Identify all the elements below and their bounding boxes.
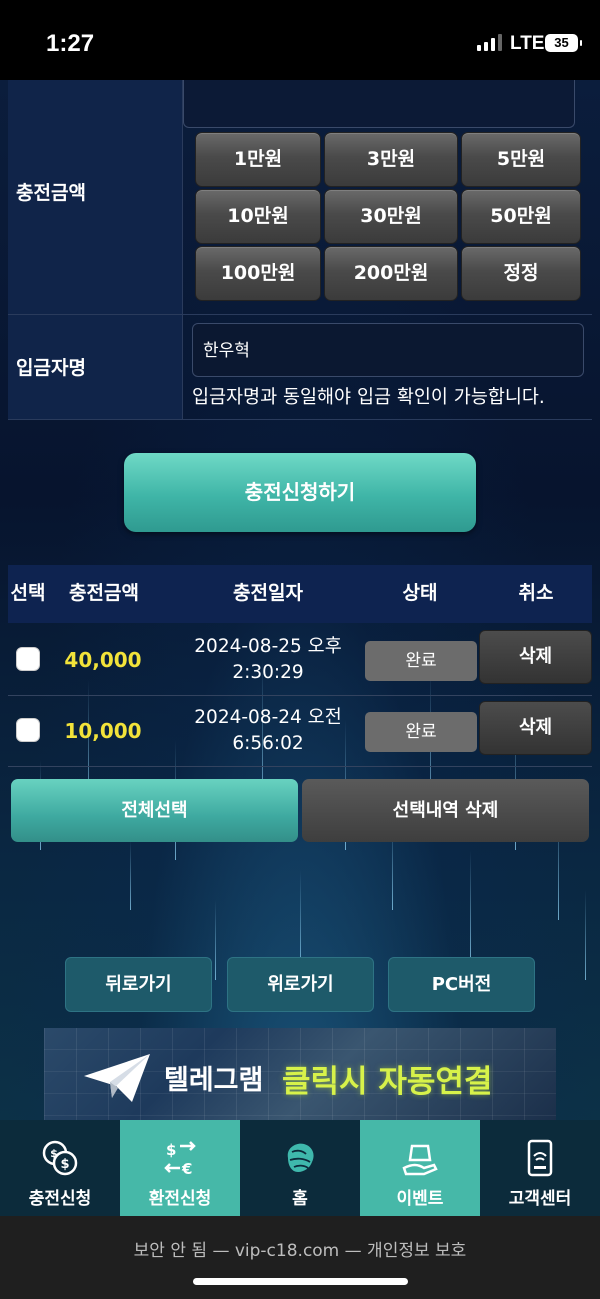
charge-submit-button[interactable]: 충전신청하기 [124, 453, 476, 532]
page-content: 충전금액 1만원 3만원 5만원 10만원 30만원 50만원 100만원 20… [0, 80, 600, 1120]
amount-btn-500000[interactable]: 50만원 [461, 189, 581, 244]
amount-label: 충전금액 [16, 182, 86, 204]
phone-support-icon [527, 1139, 553, 1177]
tab-home[interactable]: 홈 [240, 1120, 360, 1216]
status-badge: 완료 [365, 712, 477, 752]
col-select: 선택 [10, 582, 46, 604]
url-text[interactable]: 보안 안 됨 — vip-c18.com — 개인정보 보호 [0, 1236, 600, 1261]
home-indicator[interactable] [193, 1278, 408, 1285]
amount-btn-300000[interactable]: 30만원 [324, 189, 458, 244]
tab-exchange-label: 환전신청 [148, 1189, 212, 1209]
select-all-button[interactable]: 전체선택 [11, 779, 298, 842]
row-amount: 10,000 [64, 719, 142, 743]
depositor-name-input[interactable]: 한우혁 [192, 323, 584, 377]
amount-btn-2000000[interactable]: 200만원 [324, 246, 458, 301]
svg-text:€: € [181, 1160, 192, 1178]
back-button[interactable]: 뒤로가기 [65, 957, 212, 1012]
col-amount: 충전금액 [69, 582, 139, 604]
table-row: 10,000 2024-08-24 오전 6:56:02 완료 삭제 [8, 697, 592, 767]
tab-charge[interactable]: $ $ 충전신청 [0, 1120, 120, 1216]
amount-label-cell: 충전금액 [8, 80, 183, 314]
signal-icon [477, 34, 502, 51]
svg-text:$: $ [50, 1147, 58, 1160]
bottom-tab-bar: $ $ 충전신청 $ € 환전신청 홈 이벤트 고객센터 [0, 1120, 600, 1216]
browser-url-bar: 보안 안 됨 — vip-c18.com — 개인정보 보호 [0, 1216, 600, 1299]
history-table-header: 선택 충전금액 충전일자 상태 취소 [8, 565, 592, 623]
row-date: 2024-08-24 오전 6:56:02 [163, 705, 373, 757]
svg-text:$: $ [60, 1157, 69, 1172]
gift-hand-icon [402, 1144, 438, 1176]
depositor-label: 입금자명 [16, 357, 86, 379]
telegram-banner[interactable]: 텔레그램 클릭시 자동연결 [44, 1028, 556, 1120]
row-date-line2: 2:30:29 [232, 662, 304, 683]
amount-btn-10000[interactable]: 1만원 [195, 132, 321, 187]
scroll-top-button[interactable]: 위로가기 [227, 957, 374, 1012]
amount-btn-1000000[interactable]: 100만원 [195, 246, 321, 301]
coins-icon: $ $ [42, 1140, 78, 1176]
row-delete-button[interactable]: 삭제 [479, 701, 592, 755]
depositor-label-cell: 입금자명 [8, 315, 183, 419]
row-date: 2024-08-25 오후 2:30:29 [163, 634, 373, 686]
svg-text:$: $ [166, 1141, 176, 1159]
banner-text-autoconnect: 클릭시 자동연결 [282, 1064, 493, 1100]
row-date-line2: 6:56:02 [232, 733, 304, 754]
tab-support-label: 고객센터 [508, 1189, 572, 1209]
amount-btn-50000[interactable]: 5만원 [461, 132, 581, 187]
tab-support[interactable]: 고객센터 [480, 1120, 600, 1216]
brain-logo-icon [287, 1143, 314, 1172]
row-date-line1: 2024-08-25 오후 [194, 636, 342, 657]
tab-event[interactable]: 이벤트 [360, 1120, 480, 1216]
currency-exchange-icon: $ € [164, 1141, 196, 1178]
tab-exchange[interactable]: $ € 환전신청 [120, 1120, 240, 1216]
row-delete-button[interactable]: 삭제 [479, 630, 592, 684]
tab-home-label: 홈 [292, 1189, 308, 1209]
amount-input[interactable] [183, 80, 575, 128]
banner-text-telegram: 텔레그램 [164, 1065, 264, 1096]
col-date: 충전일자 [233, 582, 303, 604]
delete-selected-button[interactable]: 선택내역 삭제 [302, 779, 589, 842]
row-amount: 40,000 [64, 648, 142, 672]
row-checkbox[interactable] [16, 718, 40, 742]
status-bar: 1:27 LTE 35 [0, 0, 600, 80]
battery-icon: 35 [545, 34, 582, 52]
tab-charge-label: 충전신청 [28, 1189, 92, 1209]
pc-version-button[interactable]: PC버전 [388, 957, 535, 1012]
tab-event-label: 이벤트 [396, 1189, 444, 1209]
status-time: 1:27 [46, 30, 95, 57]
row-date-line1: 2024-08-24 오전 [194, 707, 342, 728]
col-cancel: 취소 [518, 582, 554, 604]
row-checkbox[interactable] [16, 647, 40, 671]
amount-btn-30000[interactable]: 3만원 [324, 132, 458, 187]
col-status: 상태 [402, 582, 438, 604]
telegram-plane-icon [84, 1054, 150, 1102]
amount-btn-100000[interactable]: 10만원 [195, 189, 321, 244]
table-row: 40,000 2024-08-25 오후 2:30:29 완료 삭제 [8, 626, 592, 696]
depositor-note: 입금자명과 동일해야 입금 확인이 가능합니다. [192, 387, 545, 408]
amount-reset-button[interactable]: 정정 [461, 246, 581, 301]
status-badge: 완료 [365, 641, 477, 681]
network-type: LTE [510, 33, 545, 54]
